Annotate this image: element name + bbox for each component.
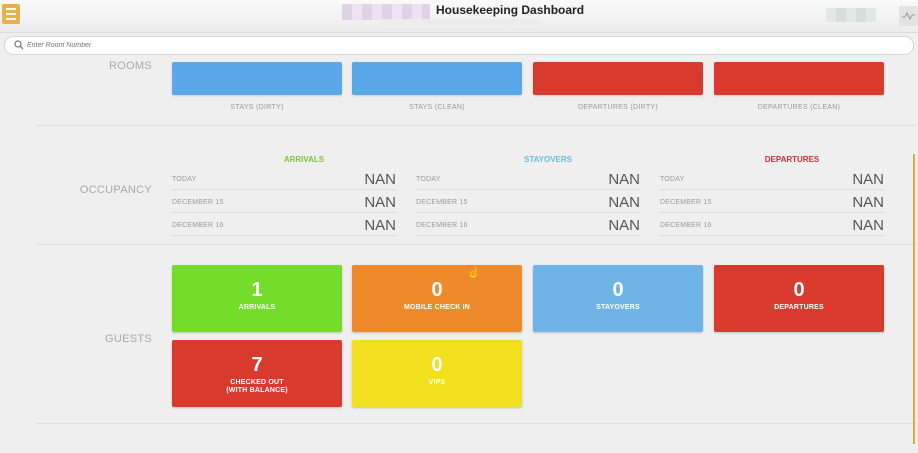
- guest-tile-mobile-check-in[interactable]: 0 MOBILE CHECK IN: [352, 265, 522, 332]
- guest-tile-count: 1: [251, 279, 263, 301]
- occupancy-row-value: NAN: [852, 194, 884, 211]
- guest-tile-label: STAYOVERS: [596, 304, 640, 311]
- guest-tile-label: ARRIVALS: [238, 304, 276, 311]
- occupancy-row: TODAY NAN: [172, 167, 396, 190]
- room-caption: DEPARTURES (DIRTY): [577, 104, 659, 111]
- occupancy-heading: ARRIVALS: [283, 155, 325, 164]
- occupancy-row: TODAY NAN: [416, 167, 640, 190]
- occupancy-heading: DEPARTURES: [764, 155, 820, 164]
- occupancy-row-label: TODAY: [172, 176, 197, 183]
- occupancy-row: TODAY NAN: [660, 167, 884, 190]
- scroll-indicator[interactable]: [913, 154, 915, 444]
- occupancy-row-label: DECEMBER 15: [416, 199, 468, 206]
- occupancy-row-value: NAN: [364, 171, 396, 188]
- room-caption: DEPARTURES (CLEAN): [757, 104, 841, 111]
- guest-tile-count: 0: [431, 279, 443, 301]
- search-input[interactable]: [27, 39, 887, 52]
- occupancy-row: DECEMBER 16 NAN: [416, 213, 640, 236]
- divider: [36, 125, 916, 126]
- occupancy-row-value: NAN: [364, 194, 396, 211]
- guest-tile-label: CHECKED OUT (WITH BALANCE): [226, 379, 288, 394]
- room-tile-stays-clean[interactable]: [352, 62, 522, 95]
- occupancy-row-value: NAN: [852, 171, 884, 188]
- occupancy-column-arrivals: ARRIVALS TODAY NAN DECEMBER 15 NAN DECEMBE…: [172, 155, 396, 236]
- occupancy-row-value: NAN: [608, 217, 640, 234]
- room-tile-departures-clean[interactable]: [714, 62, 884, 95]
- occupancy-row: DECEMBER 15 NAN: [172, 190, 396, 213]
- room-tile-stays-dirty[interactable]: [172, 62, 342, 95]
- occupancy-row-value: NAN: [852, 217, 884, 234]
- occupancy-column-stayovers: STAYOVERS TODAY NAN DECEMBER 15 NAN DECEMB…: [416, 155, 640, 236]
- guest-tile-vips[interactable]: 0 VIPS: [352, 340, 522, 407]
- search-bar[interactable]: [4, 36, 914, 55]
- occupancy-row-label: DECEMBER 16: [172, 222, 224, 229]
- guest-tile-count: 0: [612, 279, 624, 301]
- guest-tile-label: VIPS: [428, 379, 446, 386]
- occupancy-row-label: DECEMBER 15: [172, 199, 224, 206]
- section-label-rooms: ROOMS: [108, 60, 152, 72]
- occupancy-row: DECEMBER 16 NAN: [172, 213, 396, 236]
- occupancy-column-departures: DEPARTURES TODAY NAN DECEMBER 15 NAN DECEM…: [660, 155, 884, 236]
- guest-tile-departures[interactable]: 0 DEPARTURES: [714, 265, 884, 332]
- occupancy-row-label: DECEMBER 15: [660, 199, 712, 206]
- activity-icon[interactable]: [899, 6, 918, 26]
- guest-tile-stayovers[interactable]: 0 STAYOVERS: [533, 265, 703, 332]
- room-caption: STAYS (CLEAN): [409, 104, 465, 111]
- guest-tile-count: 0: [793, 279, 805, 301]
- divider: [36, 423, 916, 424]
- occupancy-row: DECEMBER 15 NAN: [416, 190, 640, 213]
- section-label-guests: GUESTS: [104, 333, 152, 345]
- occupancy-heading: STAYOVERS: [523, 155, 572, 164]
- occupancy-row-label: DECEMBER 16: [660, 222, 712, 229]
- section-label-occupancy: OCCUPANCY: [79, 184, 152, 196]
- guest-tile-label: DEPARTURES: [774, 304, 824, 311]
- pointer-cursor-icon: ☝: [467, 267, 481, 279]
- guest-tile-count: 0: [431, 354, 443, 376]
- occupancy-row: DECEMBER 15 NAN: [660, 190, 884, 213]
- occupancy-row-value: NAN: [608, 171, 640, 188]
- guest-tile-checked-out-with-balance[interactable]: 7 CHECKED OUT (WITH BALANCE): [172, 340, 342, 407]
- search-icon: [14, 40, 24, 50]
- room-tile-departures-dirty[interactable]: [533, 62, 703, 95]
- room-caption: STAYS (DIRTY): [230, 104, 284, 111]
- guest-tile-count: 7: [251, 354, 263, 376]
- occupancy-row-label: TODAY: [660, 176, 685, 183]
- occupancy-row-value: NAN: [364, 217, 396, 234]
- top-bar: Housekeeping Dashboard: [0, 0, 918, 33]
- guest-tile-label: MOBILE CHECK IN: [404, 304, 470, 311]
- occupancy-row-label: DECEMBER 16: [416, 222, 468, 229]
- occupancy-row: DECEMBER 16 NAN: [660, 213, 884, 236]
- blurred-subtitle: [380, 19, 540, 25]
- occupancy-row-value: NAN: [608, 194, 640, 211]
- page-title: Housekeeping Dashboard: [436, 3, 585, 17]
- divider: [36, 244, 916, 245]
- hamburger-menu-icon[interactable]: [2, 4, 20, 24]
- guest-tile-arrivals[interactable]: 1 ARRIVALS: [172, 265, 342, 332]
- occupancy-row-label: TODAY: [416, 176, 441, 183]
- user-avatar[interactable]: [826, 8, 876, 22]
- blurred-property-name: [342, 4, 430, 20]
